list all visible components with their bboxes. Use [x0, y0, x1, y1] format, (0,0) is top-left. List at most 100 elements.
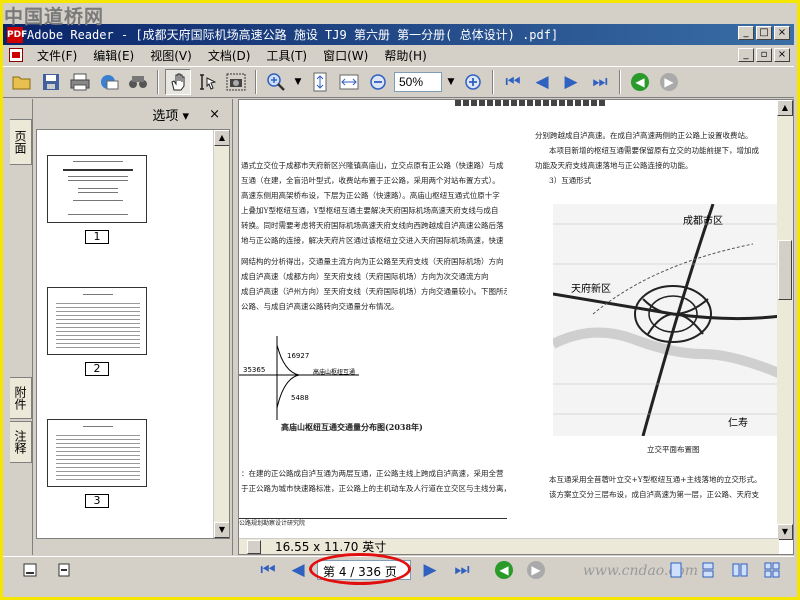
status-last-page-icon[interactable]: ⏭: [449, 557, 475, 583]
status-first-page-icon[interactable]: ⏮: [255, 557, 281, 583]
doc-restore-button[interactable]: ▫: [756, 48, 772, 62]
scroll-down-icon[interactable]: ▼: [214, 522, 229, 538]
highlight-annotation: [309, 553, 411, 585]
forward-icon[interactable]: ▶: [656, 69, 682, 95]
body-text-line: 成自泸高速（成都方向）至天府支线（天府国际机场）方向为次交通流方向: [241, 272, 489, 281]
hand-tool-icon[interactable]: [165, 69, 191, 95]
body-text-line: 互通（在建，全盲沿叶型式，收费站布置于正公路，采用两个对站布置方式）。: [241, 176, 500, 185]
status-forward-icon[interactable]: ▶: [523, 557, 549, 583]
maximize-button[interactable]: □: [756, 26, 772, 40]
volume-label: 35365: [243, 366, 265, 374]
scroll-down-icon[interactable]: ▼: [777, 524, 793, 540]
last-page-icon[interactable]: ⏭: [587, 69, 613, 95]
status-next-page-icon[interactable]: ▶: [417, 557, 443, 583]
thumbnail-label: 3: [85, 494, 109, 508]
menu-file[interactable]: 文件(F): [29, 47, 85, 64]
facing-layout-icon[interactable]: [727, 557, 753, 583]
document-page-right: 分别跨越成自泸高速。在成自泸高速两侧的正公路上设置收费站。 本项目新增的枢纽互通…: [511, 100, 781, 530]
body-text-line: 分别跨越成自泸高速。在成自泸高速两侧的正公路上设置收费站。: [535, 131, 753, 140]
first-page-icon[interactable]: ⏮: [500, 69, 526, 95]
page-footer: 公路规划勘察设计研究院: [239, 518, 507, 528]
body-text-line: 高速东侧用高架桥布设，下层为正公路（快速路）。高庙山枢纽互通式位原十字: [241, 191, 500, 200]
single-page-layout-icon[interactable]: [663, 557, 689, 583]
horizontal-scroll-thumb[interactable]: [247, 540, 261, 554]
page-thumbnail[interactable]: [47, 419, 147, 487]
menu-help[interactable]: 帮助(H): [376, 47, 434, 64]
open-icon[interactable]: [9, 69, 35, 95]
map-label: 仁寿: [728, 416, 748, 429]
body-text-line: 成自泸高速（泸州方向）至天府支线（天府国际机场）方向交通量较小。下图所示: [241, 287, 507, 296]
status-back-icon[interactable]: ◀: [491, 557, 517, 583]
map-caption: 立交平面布置图: [647, 445, 700, 454]
body-text-line: 通式立交位于成都市天府新区兴隆镇高庙山，立交点原有正公路（快速路）与成: [241, 161, 504, 170]
zoom-dropdown-icon[interactable]: ▼: [445, 72, 457, 92]
page-layout-icon[interactable]: [51, 557, 77, 583]
volume-label: 5488: [291, 394, 309, 402]
document-view[interactable]: 通式立交位于成都市天府新区兴隆镇高庙山，立交点原有正公路（快速路）与成 互通（在…: [238, 99, 794, 555]
menu-window[interactable]: 窗口(W): [315, 47, 376, 64]
body-text-line: 公路、与成自泸高速公路转向交通量分布情况。: [241, 302, 399, 311]
close-button[interactable]: ×: [774, 26, 790, 40]
zoom-plus-icon[interactable]: [460, 69, 486, 95]
scrollbar-thumb[interactable]: [778, 240, 792, 300]
continuous-layout-icon[interactable]: [695, 557, 721, 583]
toolbar: ▼ ▼ ⏮ ◀ ▶ ⏭ ◀ ▶: [3, 66, 794, 98]
site-watermark: 中国道桥网: [4, 6, 105, 28]
document-page-left: 通式立交位于成都市天府新区兴隆镇高庙山，立交点原有正公路（快速路）与成 互通（在…: [239, 100, 507, 530]
doc-close-button[interactable]: ×: [774, 48, 790, 62]
menu-view[interactable]: 视图(V): [142, 47, 200, 64]
map-label: 成都市区: [683, 214, 723, 227]
zoom-out-icon[interactable]: [365, 69, 391, 95]
scroll-up-icon[interactable]: ▲: [214, 130, 229, 146]
document-horizontal-scrollbar[interactable]: 16.55 x 11.70 英寸: [239, 538, 779, 554]
status-prev-page-icon[interactable]: ◀: [285, 557, 311, 583]
body-text-line: ：在建的正公路成自泸互通为两层互通，正公路主线上跨成自泸高速，采用全营: [241, 469, 504, 478]
panel-close-icon[interactable]: ×: [209, 107, 220, 122]
page-thumbnail[interactable]: [47, 155, 147, 223]
body-text-line: 3）互通形式: [549, 176, 592, 185]
save-icon[interactable]: [38, 69, 64, 95]
search-binoculars-icon[interactable]: [125, 69, 151, 95]
single-page-view-icon[interactable]: [17, 557, 43, 583]
tab-pages[interactable]: 页面: [10, 119, 32, 165]
body-text-line: 地与正公路的连接，解决天府片区通过该枢纽立交进入天府国际机场高速，快速: [241, 236, 504, 245]
zoom-input[interactable]: [394, 72, 442, 92]
body-text-line: 本互通采用全苜蓿叶立交+Y型枢纽互通+主线落地的立交形式。: [549, 475, 762, 484]
body-text-line: 于正公路为城市快速路标准，正公路上的主机动车及人行道在立交区与主线分离，: [241, 484, 507, 493]
options-menu[interactable]: 选项 ▾: [152, 105, 189, 124]
document-icon[interactable]: [9, 48, 23, 62]
tab-attachments[interactable]: 附件: [10, 377, 32, 419]
zoom-in-tool-icon[interactable]: [263, 69, 289, 95]
navigation-tab-strip: 页面 附件 注释: [3, 99, 33, 555]
title-bar: PDF Adobe Reader - [成都天府国际机场高速公路 施设 TJ9 …: [3, 24, 794, 45]
menu-document[interactable]: 文档(D): [200, 47, 259, 64]
prev-page-icon[interactable]: ◀: [529, 69, 555, 95]
thumbnail-list: 1 2 3 ▲ ▼: [36, 129, 230, 539]
email-icon[interactable]: [96, 69, 122, 95]
menu-edit[interactable]: 编辑(E): [85, 47, 142, 64]
road-label: 高庙山枢纽互通: [313, 368, 355, 376]
next-page-icon[interactable]: ▶: [558, 69, 584, 95]
doc-minimize-button[interactable]: _: [738, 48, 754, 62]
thumbnail-scrollbar[interactable]: ▲ ▼: [213, 130, 229, 538]
select-text-icon[interactable]: [194, 69, 220, 95]
back-icon[interactable]: ◀: [627, 69, 653, 95]
volume-label: 16927: [287, 352, 309, 360]
chevron-down-icon[interactable]: ▼: [292, 72, 304, 92]
page-thumbnail[interactable]: [47, 287, 147, 355]
menu-bar: 文件(F) 编辑(E) 视图(V) 文档(D) 工具(T) 窗口(W) 帮助(H…: [3, 45, 794, 65]
body-text-line: 上叠加Y型枢纽互通，Y型枢纽互通主要解决天府国际机场高速天府支线与成自: [241, 206, 499, 215]
continuous-facing-layout-icon[interactable]: [759, 557, 785, 583]
fit-page-icon[interactable]: [307, 69, 333, 95]
fit-width-icon[interactable]: [336, 69, 362, 95]
document-vertical-scrollbar[interactable]: ▲ ▼: [777, 100, 793, 540]
tab-comments[interactable]: 注释: [10, 421, 32, 463]
status-bar: ⏮ ◀ 第 4 / 336 页 ▶ ⏭ ◀ ▶ www.cndao.com: [3, 553, 794, 585]
scroll-up-icon[interactable]: ▲: [777, 100, 793, 116]
body-text-line: 该方案立交分三层布设，成自泸高速为第一层，正公路、天府支: [549, 490, 759, 499]
minimize-button[interactable]: _: [738, 26, 754, 40]
menu-tools[interactable]: 工具(T): [258, 47, 315, 64]
snapshot-icon[interactable]: [223, 69, 249, 95]
print-icon[interactable]: [67, 69, 93, 95]
thumbnail-panel: 选项 ▾ × 1 2 3 ▲ ▼: [33, 99, 233, 555]
